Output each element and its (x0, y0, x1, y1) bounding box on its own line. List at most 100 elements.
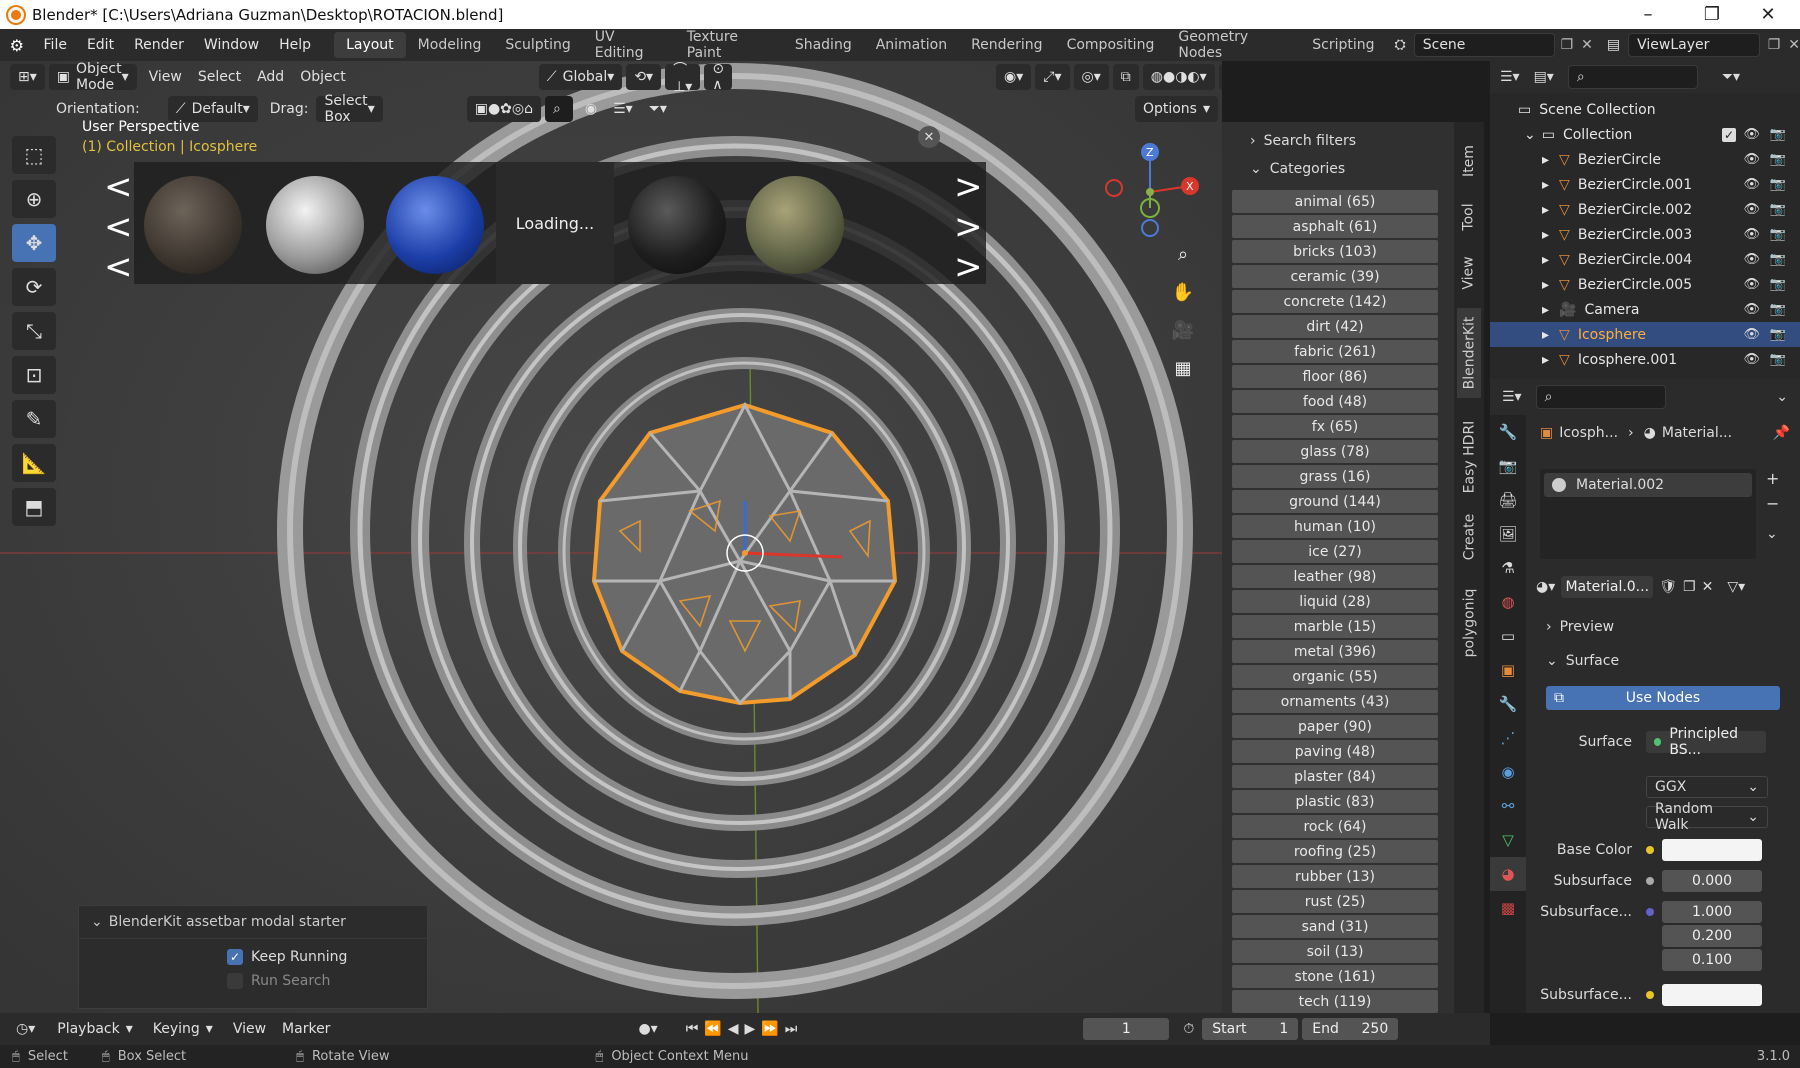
render-props-icon[interactable]: 📷 (1490, 449, 1526, 483)
outliner-row[interactable]: ▸ ▽ BezierCircle.005 👁 📷 (1490, 272, 1800, 297)
expand-arrow-icon[interactable]: ▸ (1542, 177, 1549, 193)
categories-section[interactable]: ⌄ Categories (1222, 154, 1454, 184)
category-button[interactable]: fx (65) (1232, 415, 1438, 438)
category-button[interactable]: plastic (83) (1232, 790, 1438, 813)
assetbar-left-arrow-icon[interactable]: < (104, 250, 133, 284)
run-search-checkbox[interactable]: Run Search (79, 965, 427, 989)
start-frame-field[interactable]: Start 1 (1202, 1018, 1299, 1040)
subsurface-field[interactable]: 0.000 (1662, 870, 1762, 892)
duplicate-material-icon[interactable]: ❐ (1683, 579, 1696, 595)
category-button[interactable]: floor (86) (1232, 365, 1438, 388)
assetbar-right-arrow-icon[interactable]: > (954, 210, 983, 244)
menu-window[interactable]: Window (194, 37, 269, 53)
modifier-props-icon[interactable]: 🔧 (1490, 687, 1526, 721)
tab-animation[interactable]: Animation (864, 32, 959, 58)
tab-view[interactable]: View (1457, 248, 1481, 298)
expand-arrow-icon[interactable]: ▸ (1542, 252, 1549, 268)
category-button[interactable]: soil (13) (1232, 940, 1438, 963)
assetbar-close-icon[interactable]: ✕ (918, 126, 940, 148)
navigation-gizmo[interactable]: Z X (1094, 136, 1206, 248)
view-layer-icon[interactable]: ▤ (1607, 37, 1620, 53)
menu-render[interactable]: Render (124, 37, 194, 53)
camera-render-icon[interactable]: 📷 (1770, 152, 1786, 167)
outliner-search-input[interactable]: ⌕ (1567, 65, 1698, 89)
search-filters-section[interactable]: › Search filters (1222, 122, 1454, 154)
outliner-row[interactable]: ▸ ▽ BezierCircle.001 👁 📷 (1490, 172, 1800, 197)
subsurface-radius-y-field[interactable]: 0.200 (1662, 925, 1762, 947)
modal-panel-header[interactable]: ⌄ BlenderKit assetbar modal starter (79, 906, 427, 939)
shading-modes-icon[interactable]: ◍●◑◐▾ (1142, 64, 1215, 90)
tab-compositing[interactable]: Compositing (1055, 32, 1167, 58)
assetbar-right-arrow-icon[interactable]: > (954, 170, 983, 204)
tab-easy-hdri[interactable]: Easy HDRI (1457, 412, 1481, 502)
drag-selector[interactable]: Select Box ▾ (316, 93, 383, 125)
category-button[interactable]: ice (27) (1232, 540, 1438, 563)
record-keyframe-icon[interactable]: ●▾ (638, 1021, 657, 1037)
category-button[interactable]: rubber (13) (1232, 865, 1438, 888)
category-button[interactable]: rust (25) (1232, 890, 1438, 913)
blender-menu-icon[interactable]: ⚙ (0, 36, 34, 55)
minimize-button[interactable]: – (1624, 0, 1672, 29)
output-props-icon[interactable]: 🖨 (1490, 483, 1526, 517)
viewport-menu-object[interactable]: Object (292, 69, 354, 85)
tab-uv-editing[interactable]: UV Editing (583, 24, 675, 66)
assetbar-left-arrow-icon[interactable]: < (104, 170, 133, 204)
material-slot-row[interactable]: Material.002 (1544, 473, 1752, 497)
category-button[interactable]: concrete (142) (1232, 290, 1438, 313)
camera-render-icon[interactable]: 📷 (1770, 177, 1786, 192)
use-nodes-button[interactable]: ⧉ Use Nodes (1546, 686, 1780, 710)
distribution-selector[interactable]: GGX ⌄ (1646, 776, 1768, 798)
tab-modeling[interactable]: Modeling (406, 32, 494, 58)
preview-panel-header[interactable]: › Preview (1536, 614, 1790, 640)
visibility-icon[interactable]: ◉▾ (996, 64, 1032, 90)
expand-arrow-icon[interactable]: ▸ (1542, 327, 1549, 343)
snap-icon[interactable]: ⌒ ⊥▾ (665, 62, 701, 95)
keying-menu[interactable]: Keying ▾ (144, 1016, 221, 1042)
xray-icon[interactable]: ⧉ (1112, 64, 1139, 90)
outliner-row[interactable]: ▸ 🎥 Camera 👁 📷 (1490, 297, 1800, 322)
viewport-menu-view[interactable]: View (141, 69, 190, 85)
object-props-icon[interactable]: ▣ (1490, 653, 1526, 687)
category-button[interactable]: sand (31) (1232, 915, 1438, 938)
expand-arrow-icon[interactable]: ▸ (1542, 352, 1549, 368)
eye-icon[interactable]: 👁 (1743, 327, 1760, 342)
surface-shader-field[interactable]: Principled BS... (1646, 726, 1766, 758)
tab-tool[interactable]: Tool (1457, 192, 1481, 242)
world-props-icon[interactable]: ◍ (1490, 585, 1526, 619)
outliner-editor-icon[interactable]: ☰▾ (1500, 69, 1520, 85)
pivot-icon[interactable]: ⟲▾ (626, 64, 662, 90)
blenderkit-search-input[interactable]: ⌕ (545, 96, 573, 122)
new-scene-icon[interactable]: ❐ (1561, 37, 1574, 53)
eye-icon[interactable]: 👁 (1743, 152, 1760, 167)
tab-rendering[interactable]: Rendering (959, 32, 1055, 58)
playback-controls-icon[interactable]: ⏮⏪◀▶⏩⏭ (686, 1021, 804, 1037)
tab-blenderkit[interactable]: BlenderKit (1457, 308, 1481, 398)
outliner-row[interactable]: ▸ ▽ BezierCircle.003 👁 📷 (1490, 222, 1800, 247)
timeline-editor-icon[interactable]: ◷▾ (16, 1021, 35, 1037)
maximize-button[interactable]: ❐ (1688, 0, 1736, 29)
outliner-row[interactable]: ▸ ▽ BezierCircle.004 👁 📷 (1490, 247, 1800, 272)
outliner-filter-icon[interactable]: ⏷▾ (1722, 69, 1740, 85)
eye-icon[interactable]: 👁 (1743, 302, 1760, 317)
category-button[interactable]: bricks (103) (1232, 240, 1438, 263)
view-layer-selector[interactable]: ViewLayer (1628, 33, 1760, 57)
tab-polygoniq[interactable]: polygoniq (1457, 578, 1481, 668)
category-button[interactable]: stone (161) (1232, 965, 1438, 988)
keep-running-checkbox[interactable]: ✓ Keep Running (79, 939, 427, 965)
fake-user-icon[interactable]: 🛡 (1659, 579, 1677, 595)
blenderkit-list-icon[interactable]: ☰▾ (605, 101, 641, 117)
mode-selector[interactable]: ▣ Object Mode ▾ (48, 61, 137, 93)
expand-arrow-icon[interactable]: ▸ (1542, 302, 1549, 318)
category-button[interactable]: ceramic (39) (1232, 265, 1438, 288)
category-button[interactable]: metal (396) (1232, 640, 1438, 663)
assetbar-left-arrow-icon[interactable]: < (104, 210, 133, 244)
camera-render-icon[interactable]: 📷 (1770, 352, 1786, 367)
zoom-icon[interactable]: ⌕ (1166, 237, 1200, 271)
camera-render-icon[interactable]: 📷 (1770, 302, 1786, 317)
category-button[interactable]: food (48) (1232, 390, 1438, 413)
eye-icon[interactable]: 👁 (1743, 127, 1760, 142)
outliner-row[interactable]: ▸ ▽ Icosphere 👁 📷 (1490, 322, 1800, 347)
view-layer-props-icon[interactable]: 🖼 (1490, 517, 1526, 551)
end-frame-field[interactable]: End 250 (1302, 1018, 1399, 1040)
eye-icon[interactable]: 👁 (1743, 202, 1760, 217)
